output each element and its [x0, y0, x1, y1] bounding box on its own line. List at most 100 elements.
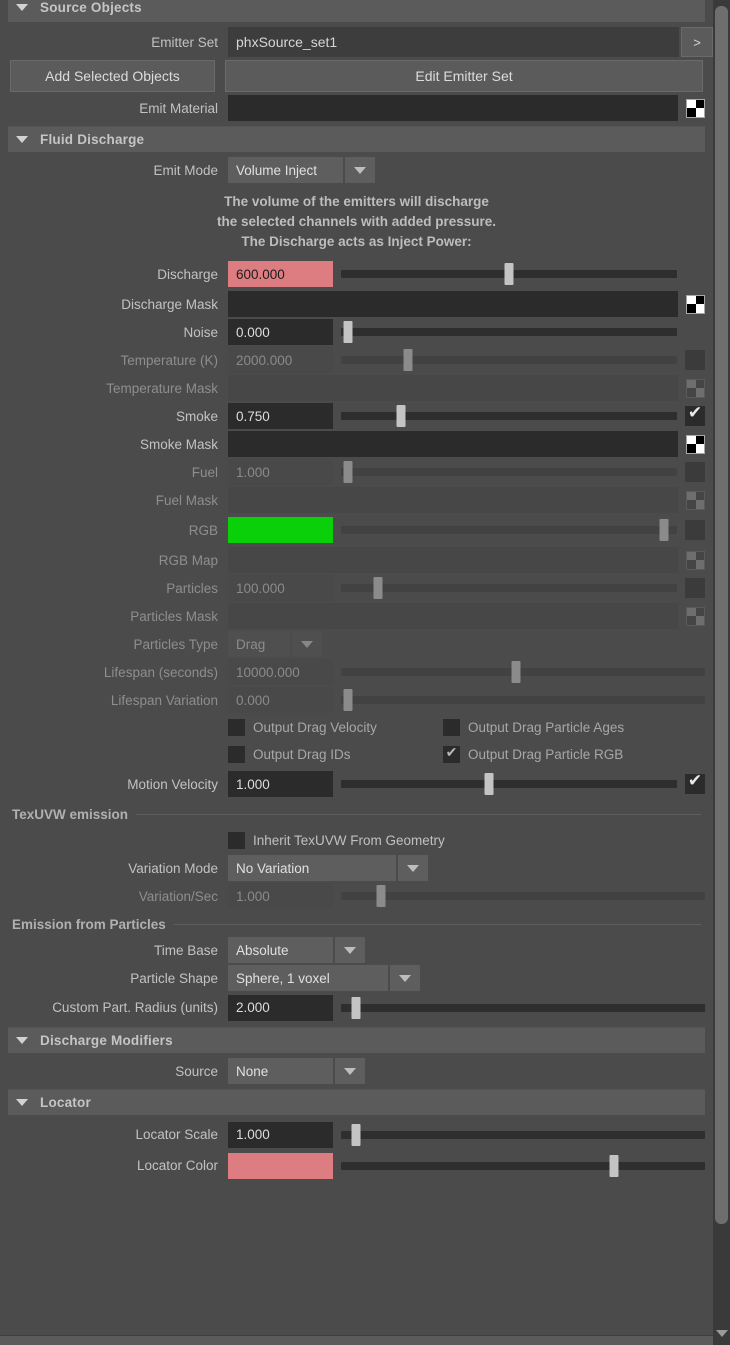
param-slider[interactable]	[341, 459, 677, 485]
particle-shape-value[interactable]: Sphere, 1 voxel	[228, 965, 388, 991]
collapse-triangle-icon[interactable]	[16, 1037, 28, 1044]
variation-mode-dropdown[interactable]: No Variation	[228, 855, 428, 881]
variation-sec-input[interactable]: 1.000	[228, 883, 333, 909]
chevron-down-icon[interactable]	[390, 965, 420, 991]
lifespan-variation-input[interactable]: 0.000	[228, 687, 333, 713]
checker-map-icon[interactable]	[686, 378, 705, 398]
checkbox-box[interactable]	[228, 831, 245, 849]
param-slider[interactable]	[341, 517, 677, 543]
param-input[interactable]: 0.750	[228, 403, 333, 429]
section-header-fluid-discharge[interactable]: Fluid Discharge	[8, 126, 705, 152]
lifespan-input[interactable]: 10000.000	[228, 659, 333, 685]
map-slot[interactable]	[228, 487, 678, 513]
channel-enable-checkbox[interactable]	[685, 520, 705, 540]
checkbox-box[interactable]: ✔	[443, 744, 460, 763]
source-dropdown[interactable]: None	[228, 1058, 365, 1084]
emit-material-slot[interactable]	[228, 95, 678, 121]
checkbox-output-drag-velocity[interactable]: Output Drag Velocity	[228, 719, 443, 736]
emit-material-label: Emit Material	[139, 100, 218, 116]
checker-map-icon[interactable]	[686, 294, 705, 314]
collapse-triangle-icon[interactable]	[16, 136, 28, 143]
checkbox-box[interactable]	[228, 719, 245, 736]
chevron-down-icon[interactable]	[335, 1058, 365, 1084]
particles-type-dropdown[interactable]: Drag	[228, 631, 322, 657]
checkbox-output-drag-ids[interactable]: Output Drag IDs	[228, 746, 443, 763]
chevron-down-icon[interactable]	[335, 937, 365, 963]
map-slot[interactable]	[228, 375, 678, 401]
checker-map-icon[interactable]	[686, 550, 705, 570]
checker-map-icon[interactable]	[686, 434, 705, 454]
param-label: Discharge	[157, 266, 218, 282]
motion-velocity-checkbox[interactable]: ✔	[685, 771, 705, 794]
locator-scale-input[interactable]: 1.000	[228, 1121, 333, 1148]
edit-emitter-set-button[interactable]: Edit Emitter Set	[225, 60, 703, 92]
param-input[interactable]: 0.000	[228, 319, 333, 345]
row-variation-per-sec: Variation/Sec 1.000	[0, 882, 713, 910]
custom-radius-input[interactable]: 2.000	[228, 994, 333, 1021]
param-input[interactable]: 1.000	[228, 459, 333, 485]
channel-enable-checkbox[interactable]: ✔	[685, 403, 705, 426]
section-header-discharge-modifiers[interactable]: Discharge Modifiers	[8, 1027, 705, 1053]
variation-mode-value[interactable]: No Variation	[228, 855, 396, 881]
motion-velocity-input[interactable]: 1.000	[228, 771, 333, 797]
emitter-set-browse-button[interactable]: >	[681, 27, 713, 57]
locator-color-swatch[interactable]	[228, 1152, 333, 1179]
param-slider[interactable]	[341, 575, 677, 601]
param-slider[interactable]	[341, 319, 677, 345]
source-value[interactable]: None	[228, 1058, 333, 1084]
channel-enable-checkbox[interactable]	[685, 578, 705, 598]
motion-velocity-slider[interactable]	[341, 771, 677, 797]
collapse-triangle-icon[interactable]	[16, 4, 28, 11]
emit-mode-dropdown[interactable]: Volume Inject	[228, 157, 375, 183]
param-slider[interactable]	[341, 403, 677, 429]
row-particles-mask: Particles Mask	[0, 602, 713, 630]
emit-mode-value[interactable]: Volume Inject	[228, 157, 343, 183]
locator-scale-slider[interactable]	[341, 1122, 705, 1148]
section-header-source-objects[interactable]: Source Objects	[8, 0, 705, 22]
param-input[interactable]: 100.000	[228, 575, 333, 601]
chevron-down-icon[interactable]	[345, 157, 375, 183]
checker-map-icon[interactable]	[686, 606, 705, 626]
particle-shape-dropdown[interactable]: Sphere, 1 voxel	[228, 965, 420, 991]
checkbox-output-drag-particle-ages[interactable]: Output Drag Particle Ages	[443, 719, 624, 736]
param-input[interactable]: 2000.000	[228, 347, 333, 373]
map-slot[interactable]	[228, 431, 678, 457]
time-base-value[interactable]: Absolute	[228, 937, 333, 963]
param-input[interactable]: 600.000	[228, 261, 333, 287]
chevron-down-icon[interactable]	[398, 855, 428, 881]
fluid-discharge-body: Emit Mode Volume Inject The volume of th…	[0, 152, 713, 1027]
time-base-dropdown[interactable]: Absolute	[228, 937, 365, 963]
param-slider[interactable]	[341, 261, 677, 287]
checkbox-output-drag-particle-rgb[interactable]: ✔ Output Drag Particle RGB	[443, 744, 623, 763]
checker-map-icon[interactable]	[686, 98, 705, 118]
variation-sec-slider[interactable]	[341, 883, 705, 909]
row-variation-mode: Variation Mode No Variation	[0, 854, 713, 882]
panel-scrollbar[interactable]	[713, 0, 730, 1345]
locator-color-slider[interactable]	[341, 1153, 705, 1179]
checkbox-box[interactable]	[228, 746, 245, 763]
checkbox-box[interactable]	[443, 719, 460, 736]
color-swatch[interactable]	[228, 517, 333, 543]
channel-enable-checkbox[interactable]	[685, 350, 705, 370]
map-slot[interactable]	[228, 291, 678, 317]
emitter-set-input[interactable]: phxSource_set1	[228, 27, 679, 57]
map-slot[interactable]	[228, 547, 678, 573]
channel-enable-checkbox[interactable]	[685, 462, 705, 482]
section-header-locator[interactable]: Locator	[8, 1089, 705, 1115]
scrollbar-thumb[interactable]	[715, 6, 728, 1224]
check-glyph: ✔	[445, 744, 458, 760]
checker-map-icon[interactable]	[686, 490, 705, 510]
custom-radius-slider[interactable]	[341, 995, 705, 1021]
scroll-down-arrow-icon[interactable]	[716, 1330, 728, 1337]
particles-type-value[interactable]: Drag	[228, 631, 290, 657]
checkbox-inherit-texuvw-from-geometry[interactable]: Inherit TexUVW From Geometry	[228, 831, 445, 849]
add-selected-objects-button[interactable]: Add Selected Objects	[10, 60, 215, 92]
emit-mode-label: Emit Mode	[153, 162, 218, 178]
param-slider[interactable]	[341, 347, 677, 373]
chevron-down-icon[interactable]	[292, 631, 322, 657]
channel-rows: Discharge 600.000 Discharge Mask Noise 0.000…	[0, 258, 713, 630]
map-slot[interactable]	[228, 603, 678, 629]
lifespan-slider[interactable]	[341, 659, 705, 685]
collapse-triangle-icon[interactable]	[16, 1099, 28, 1106]
lifespan-variation-slider[interactable]	[341, 687, 705, 713]
